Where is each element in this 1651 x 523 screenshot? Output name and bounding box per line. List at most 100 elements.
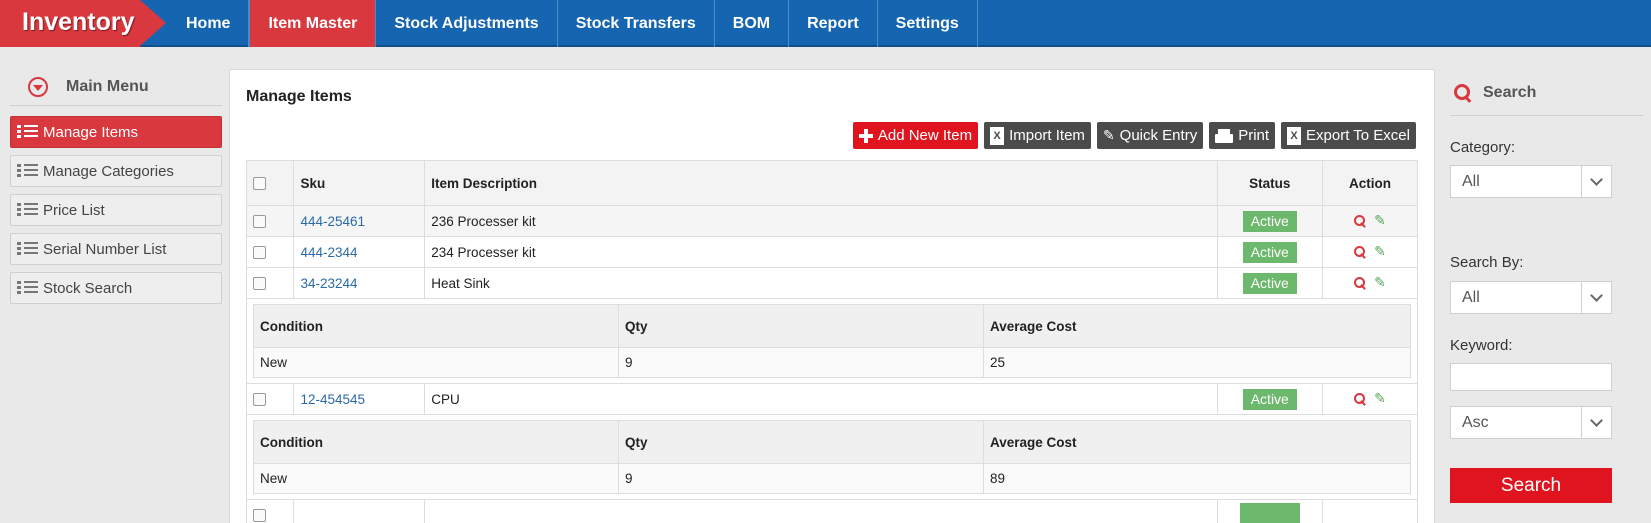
search-button[interactable]: Search bbox=[1450, 468, 1612, 503]
sidebar: Main Menu Manage Items Manage Categories… bbox=[10, 68, 222, 311]
sidebar-item-price-list[interactable]: Price List bbox=[10, 194, 222, 226]
sidebar-item-label: Price List bbox=[43, 201, 105, 219]
list-icon bbox=[17, 164, 39, 178]
status-badge: Active bbox=[1242, 388, 1297, 410]
nav-stock-adjustments[interactable]: Stock Adjustments bbox=[376, 0, 558, 47]
sidebar-item-manage-items[interactable]: Manage Items bbox=[10, 116, 222, 148]
row-checkbox[interactable] bbox=[253, 215, 266, 229]
edit-icon[interactable]: ✎ bbox=[1374, 274, 1386, 291]
column-header-sku[interactable]: Sku bbox=[293, 160, 426, 206]
keyword-input[interactable] bbox=[1450, 363, 1612, 391]
status-cell: Active bbox=[1216, 236, 1324, 268]
row-check-cell bbox=[245, 236, 295, 268]
nav-bom[interactable]: BOM bbox=[715, 0, 790, 47]
table-row: 12-454545 CPU Active ✎ bbox=[245, 383, 1418, 415]
sku-cell: 12-454545 bbox=[293, 383, 426, 415]
view-icon[interactable] bbox=[1354, 245, 1366, 258]
sort-order-value: Asc bbox=[1462, 414, 1489, 431]
chevron-down-icon bbox=[1581, 407, 1611, 438]
sidebar-item-stock-search[interactable]: Stock Search bbox=[10, 272, 222, 304]
sku-cell: 444-25461 bbox=[293, 205, 426, 237]
row-checkbox[interactable] bbox=[253, 509, 266, 523]
search-by-select[interactable]: All bbox=[1450, 281, 1612, 314]
view-icon[interactable] bbox=[1354, 214, 1366, 227]
edit-icon[interactable]: ✎ bbox=[1374, 212, 1386, 229]
detail-cell: Condition Qty Average Cost New 9 25 bbox=[246, 298, 1418, 384]
sort-order-select[interactable]: Asc bbox=[1450, 406, 1612, 439]
import-item-button[interactable]: X Import Item bbox=[984, 122, 1091, 149]
table-row bbox=[245, 499, 1418, 523]
sku-link[interactable]: 444-25461 bbox=[300, 214, 365, 229]
search-icon bbox=[1454, 83, 1472, 102]
sidebar-item-manage-categories[interactable]: Manage Categories bbox=[10, 155, 222, 187]
nav-settings[interactable]: Settings bbox=[878, 0, 978, 47]
description-cell: 234 Processer kit bbox=[424, 236, 1218, 268]
category-select[interactable]: All bbox=[1450, 165, 1612, 198]
table-row: 34-23244 Heat Sink Active ✎ bbox=[245, 267, 1418, 299]
sidebar-item-serial-number-list[interactable]: Serial Number List bbox=[10, 233, 222, 265]
row-checkbox[interactable] bbox=[253, 246, 266, 260]
detail-header-qty: Qty bbox=[618, 304, 984, 348]
description-cell bbox=[424, 499, 1218, 523]
sku-link[interactable]: 12-454545 bbox=[300, 392, 365, 407]
edit-icon[interactable]: ✎ bbox=[1374, 243, 1386, 260]
quick-entry-label: Quick Entry bbox=[1119, 127, 1198, 144]
search-panel: Search Category: All Search By: All Keyw… bbox=[1450, 70, 1650, 503]
add-new-item-button[interactable]: Add New Item bbox=[852, 122, 979, 149]
detail-header-average-cost: Average Cost bbox=[983, 304, 1411, 348]
nav-home[interactable]: Home bbox=[166, 0, 250, 47]
table-row: 444-2344 234 Processer kit Active ✎ bbox=[245, 236, 1418, 268]
edit-icon[interactable]: ✎ bbox=[1374, 390, 1386, 407]
row-check-cell bbox=[245, 499, 295, 523]
detail-condition: New bbox=[253, 347, 619, 378]
main-menu-title: Main Menu bbox=[66, 77, 149, 95]
status-cell bbox=[1216, 499, 1324, 523]
quick-entry-button[interactable]: ✎ Quick Entry bbox=[1096, 122, 1204, 149]
column-header-description[interactable]: Item Description bbox=[424, 160, 1218, 206]
sku-link[interactable]: 444-2344 bbox=[300, 245, 357, 260]
detail-qty: 9 bbox=[618, 463, 984, 494]
row-check-cell bbox=[245, 205, 295, 237]
sku-cell: 444-2344 bbox=[293, 236, 426, 268]
view-icon[interactable] bbox=[1354, 276, 1366, 289]
select-all-checkbox[interactable] bbox=[253, 177, 266, 191]
row-checkbox[interactable] bbox=[253, 277, 266, 291]
detail-header-condition: Condition bbox=[253, 420, 619, 464]
detail-row: Condition Qty Average Cost New 9 25 bbox=[246, 298, 1418, 384]
stock-detail-table: Condition Qty Average Cost New 9 25 bbox=[253, 304, 1411, 378]
category-label: Category: bbox=[1450, 139, 1516, 156]
row-actions: ✎ bbox=[1354, 212, 1386, 229]
row-actions: ✎ bbox=[1354, 243, 1386, 260]
nav-stock-transfers[interactable]: Stock Transfers bbox=[558, 0, 715, 47]
list-icon bbox=[17, 281, 39, 295]
row-actions: ✎ bbox=[1354, 390, 1386, 407]
row-checkbox[interactable] bbox=[253, 393, 266, 407]
export-excel-button[interactable]: X Export To Excel bbox=[1281, 122, 1416, 149]
list-icon bbox=[17, 242, 39, 256]
view-icon[interactable] bbox=[1354, 392, 1366, 405]
sidebar-item-label: Manage Items bbox=[43, 123, 139, 141]
action-cell: ✎ bbox=[1322, 205, 1418, 237]
nav-item-master[interactable]: Item Master bbox=[249, 0, 377, 47]
detail-header-qty: Qty bbox=[618, 420, 984, 464]
search-title: Search bbox=[1483, 83, 1537, 101]
sidebar-item-label: Manage Categories bbox=[43, 162, 174, 180]
status-badge: Active bbox=[1242, 241, 1297, 263]
print-label: Print bbox=[1238, 127, 1270, 144]
sku-cell bbox=[293, 499, 426, 523]
detail-row-item: New 9 89 bbox=[253, 463, 1411, 494]
sidebar-item-label: Stock Search bbox=[43, 279, 133, 297]
detail-header-condition: Condition bbox=[253, 304, 619, 348]
action-cell: ✎ bbox=[1322, 267, 1418, 299]
app-logo[interactable]: Inventory bbox=[0, 0, 140, 47]
main-menu-header[interactable]: Main Menu bbox=[10, 68, 222, 106]
top-navbar: Inventory Home Item Master Stock Adjustm… bbox=[0, 0, 1651, 47]
row-actions: ✎ bbox=[1354, 274, 1386, 291]
detail-header-row: Condition Qty Average Cost bbox=[253, 420, 1411, 464]
table-header-row: Sku Item Description Status Action bbox=[245, 160, 1418, 206]
column-header-action: Action bbox=[1322, 160, 1418, 206]
sku-link[interactable]: 34-23244 bbox=[300, 276, 357, 291]
nav-report[interactable]: Report bbox=[789, 0, 878, 47]
print-button[interactable]: Print bbox=[1209, 122, 1276, 149]
printer-icon bbox=[1215, 128, 1234, 143]
